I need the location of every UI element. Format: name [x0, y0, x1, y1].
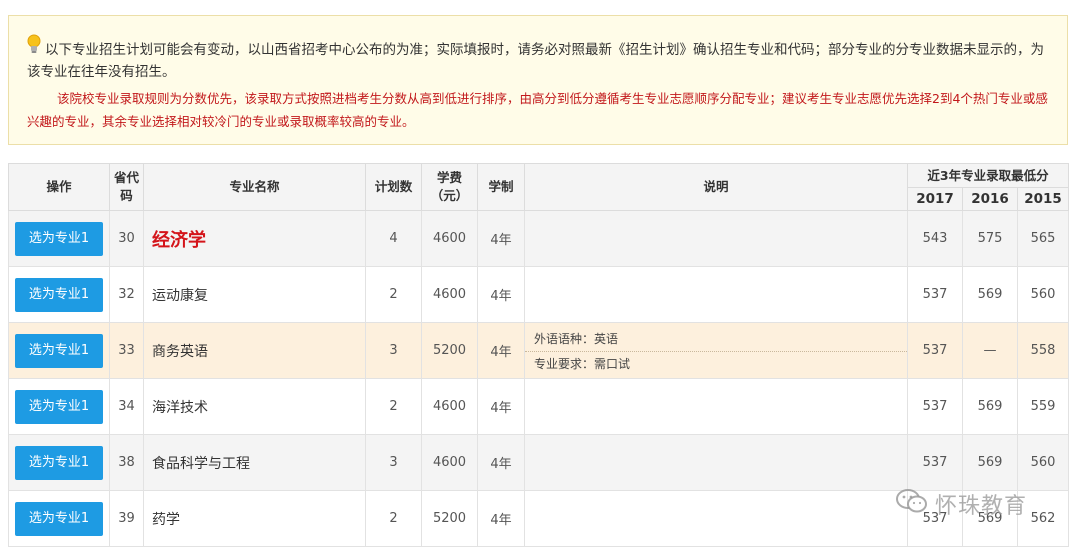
- code-cell: 32: [109, 266, 144, 323]
- watermark: 怀珠教育: [895, 484, 1065, 524]
- plan-cell: 2: [365, 490, 422, 547]
- score-2017: 537: [907, 434, 963, 491]
- note-line: 专业要求：需口试: [525, 350, 907, 375]
- notice-line2: 该院校专业录取规则为分数优先，该录取方式按照进档考生分数从高到低进行排序，由高分…: [27, 91, 1048, 129]
- op-cell: 选为专业1: [8, 266, 110, 323]
- op-cell: 选为专业1: [8, 322, 110, 379]
- years-cell: 4年: [477, 266, 525, 323]
- header-op: 操作: [8, 163, 110, 211]
- score-2015: 565: [1017, 210, 1069, 267]
- major-name: 商务英语: [143, 322, 366, 379]
- major-name: 运动康复: [143, 266, 366, 323]
- header-2017: 2017: [907, 187, 963, 211]
- table-row: 选为专业1 38 食品科学与工程 3 4600 4年 537 569 560: [8, 434, 1069, 491]
- fee-cell: 4600: [421, 434, 478, 491]
- header-name: 专业名称: [143, 163, 366, 211]
- note-line: 外语语种：英语: [534, 331, 619, 346]
- header-code: 省代码: [109, 163, 144, 211]
- op-cell: 选为专业1: [8, 434, 110, 491]
- header-fee: 学费（元）: [421, 163, 478, 211]
- note-cell: [524, 378, 908, 435]
- fee-cell: 4600: [421, 210, 478, 267]
- table-row: 选为专业1 30 经济学 4 4600 4年 543 575 565: [8, 210, 1069, 267]
- score-2015: 558: [1017, 322, 1069, 379]
- table-row: 选为专业1 33 商务英语 3 5200 4年 外语语种：英语专业要求：需口试 537—558: [8, 322, 1069, 379]
- score-2016: 569: [962, 266, 1018, 323]
- note-cell: [524, 210, 908, 267]
- score-2017: 537: [907, 322, 963, 379]
- header-note: 说明: [524, 163, 908, 211]
- score-2015: 560: [1017, 434, 1069, 491]
- note-cell: 外语语种：英语专业要求：需口试: [524, 322, 908, 379]
- header-scores: 近3年专业录取最低分: [907, 163, 1069, 188]
- table-row: 选为专业1 34 海洋技术 2 4600 4年 537 569 559: [8, 378, 1069, 435]
- score-2017: 537: [907, 378, 963, 435]
- code-cell: 39: [109, 490, 144, 547]
- score-2016: 575: [962, 210, 1018, 267]
- code-cell: 38: [109, 434, 144, 491]
- score-2016: —: [962, 322, 1018, 379]
- op-cell: 选为专业1: [8, 210, 110, 267]
- code-cell: 30: [109, 210, 144, 267]
- plan-cell: 3: [365, 434, 422, 491]
- op-cell: 选为专业1: [8, 490, 110, 547]
- watermark-text: 怀珠教育: [935, 494, 1028, 519]
- score-2017: 543: [907, 210, 963, 267]
- table-row: 选为专业1 32 运动康复 2 4600 4年 537 569 560: [8, 266, 1069, 323]
- notice-line1: 以下专业招生计划可能会有变动，以山西省招考中心公布的为准；实际填报时，请务必对照…: [27, 42, 1044, 80]
- plan-cell: 4: [365, 210, 422, 267]
- major-name: 海洋技术: [143, 378, 366, 435]
- code-cell: 34: [109, 378, 144, 435]
- code-cell: 33: [109, 322, 144, 379]
- note-cell: [524, 266, 908, 323]
- fee-cell: 4600: [421, 378, 478, 435]
- fee-cell: 5200: [421, 490, 478, 547]
- major-name: 经济学: [143, 210, 366, 267]
- years-cell: 4年: [477, 434, 525, 491]
- plan-cell: 2: [365, 266, 422, 323]
- score-2015: 559: [1017, 378, 1069, 435]
- plan-cell: 2: [365, 378, 422, 435]
- note-cell: [524, 434, 908, 491]
- note-cell: [524, 490, 908, 547]
- years-cell: 4年: [477, 210, 525, 267]
- plan-cell: 3: [365, 322, 422, 379]
- header-plan: 计划数: [365, 163, 422, 211]
- op-cell: 选为专业1: [8, 378, 110, 435]
- major-name: 食品科学与工程: [143, 434, 366, 491]
- years-cell: 4年: [477, 490, 525, 547]
- years-cell: 4年: [477, 322, 525, 379]
- notice-box: 以下专业招生计划可能会有变动，以山西省招考中心公布的为准；实际填报时，请务必对照…: [8, 15, 1068, 145]
- header-2015: 2015: [1017, 187, 1069, 211]
- select-major-button[interactable]: 选为专业1: [15, 445, 103, 480]
- select-major-button[interactable]: 选为专业1: [15, 221, 103, 256]
- header-years: 学制: [477, 163, 525, 211]
- major-name: 药学: [143, 490, 366, 547]
- lightbulb-icon: [27, 34, 41, 56]
- fee-cell: 5200: [421, 322, 478, 379]
- header-2016: 2016: [962, 187, 1018, 211]
- score-2016: 569: [962, 378, 1018, 435]
- score-2015: 560: [1017, 266, 1069, 323]
- wechat-icon: [895, 487, 929, 521]
- select-major-button[interactable]: 选为专业1: [15, 389, 103, 424]
- select-major-button[interactable]: 选为专业1: [15, 501, 103, 536]
- fee-cell: 4600: [421, 266, 478, 323]
- years-cell: 4年: [477, 378, 525, 435]
- select-major-button[interactable]: 选为专业1: [15, 277, 103, 312]
- score-2016: 569: [962, 434, 1018, 491]
- select-major-button[interactable]: 选为专业1: [15, 333, 103, 368]
- score-2017: 537: [907, 266, 963, 323]
